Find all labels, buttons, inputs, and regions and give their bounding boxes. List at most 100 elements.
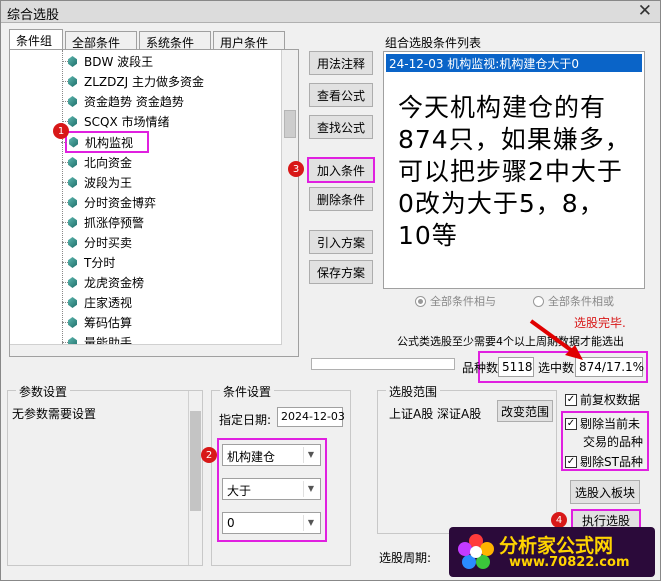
condition-list-title: 组合选股条件列表 (385, 36, 482, 50)
tree-item[interactable]: SCQX 市场情绪 (62, 112, 170, 131)
formula-icon (68, 237, 77, 248)
stock-screener-window: 综合选股 ✕ 条件组 全部条件 系统条件 用户条件 BDW 波段王 ZLZDZJ… (0, 0, 661, 581)
params-content: 无参数需要设置 (12, 407, 97, 421)
formula-icon (68, 157, 77, 168)
exclude-suspended-label: 剔除当前未 (580, 417, 641, 431)
progress-bar (311, 358, 455, 370)
watermark-text: 分析家公式网 (499, 535, 614, 557)
tab-condition-group[interactable]: 条件组 (9, 29, 63, 49)
title-bar: 综合选股 ✕ (1, 1, 660, 23)
tree-item[interactable]: 波段为王 (62, 173, 132, 192)
radio-icon (533, 295, 544, 307)
tree-item[interactable]: 分时买卖 (62, 233, 133, 252)
tree-item-label: SCQX 市场情绪 (84, 115, 170, 129)
chevron-down-icon: ▼ (303, 447, 318, 463)
check-icon: ✓ (565, 393, 577, 406)
formula-icon (68, 257, 77, 268)
close-icon[interactable]: ✕ (638, 1, 652, 21)
range-markets: 上证A股 深证A股 (389, 407, 482, 421)
tree-item[interactable]: BDW 波段王 (62, 52, 154, 71)
radio-selected-icon (415, 295, 426, 307)
threshold-value: 0 (227, 516, 235, 530)
adjusted-checkbox[interactable]: ✓ 前复权数据 (565, 391, 640, 408)
formula-icon (68, 217, 77, 228)
step-badge-2: 2 (201, 447, 217, 463)
date-label: 指定日期: (219, 413, 272, 427)
exclude-suspended-label-line2: 交易的品种 (583, 435, 644, 449)
exclude-st-checkbox[interactable]: ✓ 剔除ST品种 (565, 453, 643, 470)
indicator-select[interactable]: 机构建仓 ▼ (222, 444, 321, 466)
formula-icon (68, 177, 77, 188)
tree-item[interactable]: 庄家透视 (62, 293, 133, 312)
condition-tree[interactable]: BDW 波段王 ZLZDZJ 主力做多资金 资金趋势 资金趋势 SCQX 市场情… (9, 49, 299, 357)
annotation-arrow-icon (529, 319, 583, 360)
tree-item[interactable]: 分时资金博弈 (62, 193, 156, 212)
formula-icon (69, 136, 78, 148)
view-formula-button[interactable]: 查看公式 (309, 83, 373, 107)
find-formula-button[interactable]: 查找公式 (309, 115, 373, 139)
usage-notes-button[interactable]: 用法注释 (309, 51, 373, 75)
formula-icon (68, 197, 77, 208)
condition-list[interactable]: 24-12-03 机构监视:机构建仓大于0 今天机构建仓的有874只，如果嫌多，… (383, 51, 645, 289)
tree-connector (62, 50, 63, 350)
period-label: 选股周期: (379, 551, 432, 565)
step-badge-3: 3 (288, 161, 304, 177)
logic-and-radio[interactable]: 全部条件相与 (415, 293, 496, 309)
tree-horizontal-scrollbar[interactable] (10, 344, 282, 356)
add-to-block-button[interactable]: 选股入板块 (570, 480, 640, 504)
tab-system-conditions[interactable]: 系统条件 (139, 31, 211, 50)
add-condition-button[interactable]: 加入条件 (307, 157, 375, 183)
tree-item[interactable]: T分时 (62, 253, 116, 272)
logic-or-label: 全部条件相或 (548, 295, 614, 308)
logic-or-radio[interactable]: 全部条件相或 (533, 293, 614, 309)
formula-icon (68, 277, 77, 288)
tree-item[interactable]: ZLZDZJ 主力做多资金 (62, 72, 204, 91)
exclude-st-label: 剔除ST品种 (580, 455, 643, 469)
formula-icon (68, 56, 77, 67)
params-scrollbar[interactable] (188, 391, 202, 565)
tree-item-label: T分时 (84, 256, 116, 270)
tree-item-label: 北向资金 (84, 156, 133, 170)
scrollbar-thumb[interactable] (190, 411, 201, 511)
annotation-note: 今天机构建仓的有874只，如果嫌多，可以把步骤2中大于0改为大于5，8，10等 (398, 93, 631, 250)
tree-item[interactable]: 资金趋势 资金趋势 (62, 92, 184, 111)
tree-item-selected[interactable]: 机构监视 (61, 131, 149, 153)
params-group: 参数设置 无参数需要设置 (7, 383, 203, 566)
condition-settings-title: 条件设置 (220, 383, 275, 400)
tree-item-label: 龙虎资金榜 (84, 276, 145, 290)
adjusted-label: 前复权数据 (580, 393, 641, 407)
formula-icon (68, 76, 77, 87)
flower-logo-icon (458, 534, 494, 569)
tree-vertical-scrollbar[interactable] (281, 50, 298, 356)
operator-select[interactable]: 大于 ▼ (222, 478, 321, 500)
scrollbar-thumb[interactable] (284, 110, 296, 138)
logic-and-label: 全部条件相与 (430, 295, 496, 308)
tree-item-label: 抓涨停预警 (84, 216, 145, 230)
tree-item-label: 筹码估算 (84, 316, 133, 330)
date-input[interactable]: 2024-12-03 (277, 407, 345, 427)
change-range-button[interactable]: 改变范围 (497, 400, 553, 422)
delete-condition-button[interactable]: 删除条件 (309, 187, 373, 211)
exclude-suspended-checkbox[interactable]: ✓ 剔除当前未 (565, 415, 640, 432)
tree-item[interactable]: 筹码估算 (62, 313, 133, 332)
tree-item[interactable]: 北向资金 (62, 153, 133, 172)
tab-all-conditions[interactable]: 全部条件 (65, 31, 137, 50)
indicator-value: 机构建仓 (227, 450, 276, 464)
tree-item-label: 资金趋势 资金趋势 (84, 95, 184, 109)
operator-value: 大于 (227, 484, 252, 498)
tree-item-label: 分时买卖 (84, 236, 133, 250)
check-icon: ✓ (565, 455, 577, 468)
range-title: 选股范围 (386, 383, 441, 400)
import-plan-button[interactable]: 引入方案 (309, 230, 373, 254)
tree-item[interactable]: 龙虎资金榜 (62, 273, 145, 292)
tree-item[interactable]: 抓涨停预警 (62, 213, 145, 232)
chevron-down-icon: ▼ (303, 481, 318, 497)
formula-icon (68, 297, 77, 308)
tab-user-conditions[interactable]: 用户条件 (213, 31, 285, 50)
status-hint: 公式类选股至少需要4个以上周期数据才能选出 (397, 335, 624, 348)
save-plan-button[interactable]: 保存方案 (309, 260, 373, 284)
threshold-input[interactable]: 0 ▼ (222, 512, 321, 534)
tree-item-label: BDW 波段王 (84, 55, 154, 69)
tree-item-label: 庄家透视 (84, 296, 133, 310)
condition-list-item-selected[interactable]: 24-12-03 机构监视:机构建仓大于0 (386, 54, 642, 72)
